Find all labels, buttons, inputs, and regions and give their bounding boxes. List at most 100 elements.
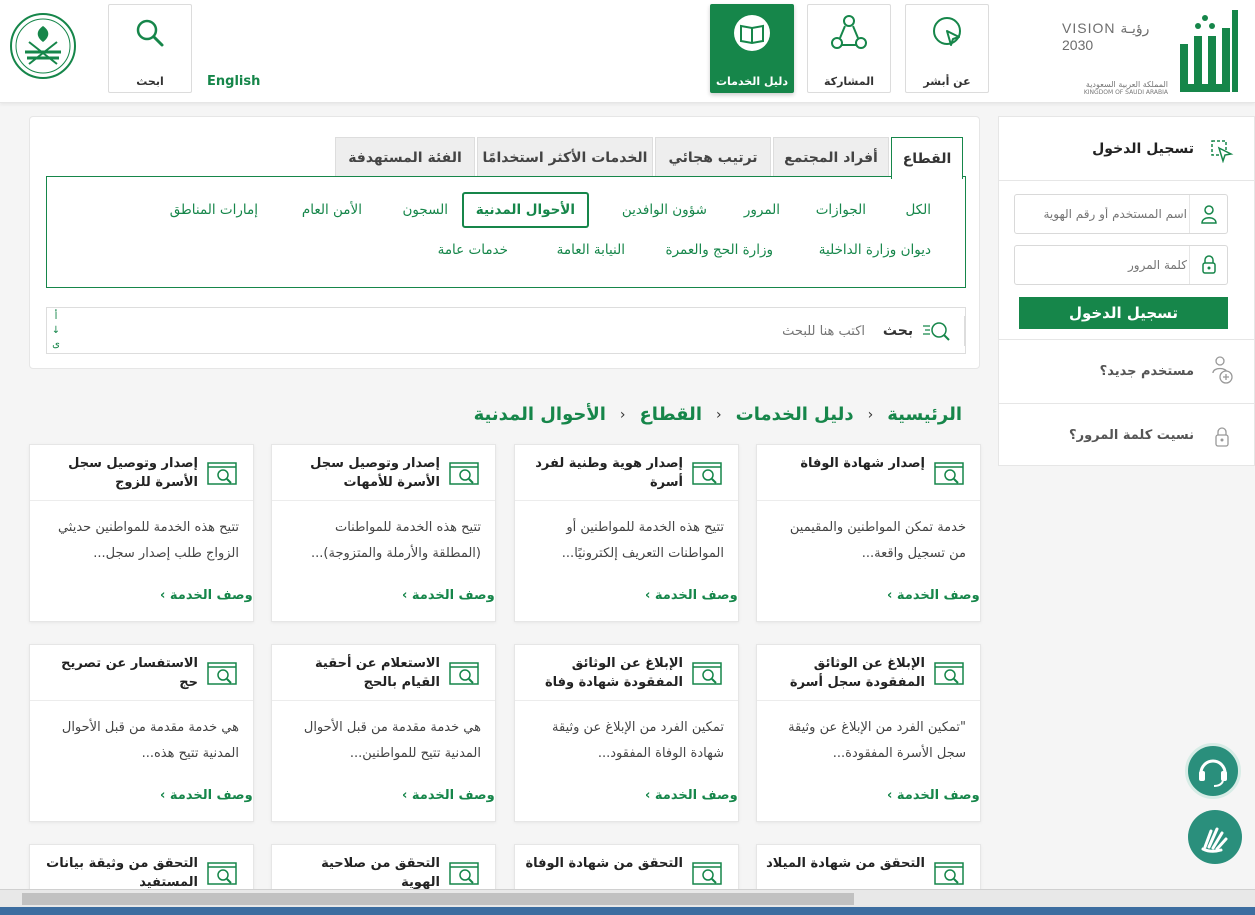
nav-label: دليل الخدمات [715, 75, 789, 88]
card-title: الإبلاغ عن الوثائق المفقودة سجل أسرة [789, 656, 925, 690]
chip-public-prosecution[interactable]: النيابة العامة [557, 242, 625, 258]
nav-label: المشاركة [824, 75, 874, 88]
username-input[interactable] [1019, 203, 1187, 225]
service-search-input[interactable] [87, 318, 865, 344]
chip-public-security[interactable]: الأمن العام [302, 202, 362, 218]
nav-services-guide[interactable]: دليل الخدمات [710, 4, 794, 93]
forgot-password-link[interactable]: نسيت كلمة المرور؟ [1069, 428, 1194, 443]
services-filter-panel: القطاع أفراد المجتمع ترتيب هجائي الخدمات… [29, 116, 980, 369]
chip-passports[interactable]: الجوازات [816, 202, 866, 218]
card-title: إصدار هوية وطنية لفرد أسرة [535, 456, 683, 490]
top-header: VISION رؤيـة 2030 المملكة العربية السعود… [0, 0, 1255, 103]
nav-about-absher[interactable]: عن أبشر [905, 4, 989, 93]
chip-hajj-ministry[interactable]: وزارة الحج والعمرة [666, 242, 773, 258]
lock-icon [1189, 246, 1227, 284]
new-user-link[interactable]: مستخدم جديد؟ [1100, 364, 1194, 379]
tab-alphabetical[interactable]: ترتيب هجائي [655, 137, 771, 177]
breadcrumb-separator: ‹ [716, 406, 722, 423]
tab-target-group[interactable]: الفئة المستهدفة [335, 137, 475, 177]
service-description-link[interactable]: وصف الخدمة › [160, 588, 253, 603]
card-title: الإبلاغ عن الوثائق المفقودة شهادة وفاة [544, 656, 683, 690]
service-search-icon [449, 460, 479, 490]
search-tile[interactable]: ابحث [108, 4, 192, 93]
service-description-link[interactable]: وصف الخدمة › [887, 588, 980, 603]
chip-civil-affairs[interactable]: الأحوال المدنية [461, 192, 589, 228]
breadcrumb-home[interactable]: الرئيسية [887, 404, 962, 425]
service-card[interactable]: الاستعلام عن أحقية القيام بالحج هي خدمة م… [271, 644, 496, 822]
card-header: الاستفسار عن تصريح حج [30, 645, 253, 701]
service-description-link[interactable]: وصف الخدمة › [402, 588, 495, 603]
service-card[interactable]: إصدار وتوصيل سجل الأسرة للزوج تتيح هذه ال… [29, 444, 254, 622]
service-search-icon [934, 660, 964, 690]
chip-expatriates[interactable]: شؤون الوافدين [622, 202, 707, 218]
absher-logo[interactable] [1174, 8, 1242, 94]
service-search-icon [692, 660, 722, 690]
card-title: التحقق من وثيقة بيانات المستفيد [46, 856, 198, 890]
chip-moi-diwan[interactable]: ديوان وزارة الداخلية [819, 242, 931, 258]
vision-sub-en: KINGDOM OF SAUDI ARABIA [1083, 89, 1168, 96]
support-chat-button[interactable] [1185, 743, 1241, 799]
card-header: إصدار هوية وطنية لفرد أسرة [515, 445, 738, 501]
service-card[interactable]: الاستفسار عن تصريح حج هي خدمة مقدمة من قب… [29, 644, 254, 822]
service-description-link[interactable]: وصف الخدمة › [645, 588, 738, 603]
password-input[interactable] [1019, 254, 1187, 276]
service-description-link[interactable]: وصف الخدمة › [402, 788, 495, 803]
alpha-sort-toggle[interactable]: أ ↓ ی [51, 310, 61, 352]
card-description: تتيح هذه الخدمة للمواطنات (المطلقة والأر… [311, 520, 481, 561]
tab-most-used[interactable]: الخدمات الأكثر استخدامًا [477, 137, 653, 177]
service-card[interactable]: إصدار هوية وطنية لفرد أسرة تتيح هذه الخدم… [514, 444, 739, 622]
vision-2030-logo: VISION رؤيـة 2030 المملكة العربية السعود… [1062, 20, 1168, 96]
vision-sub-ar: المملكة العربية السعودية [1085, 80, 1168, 89]
tab-community[interactable]: أفراد المجتمع [773, 137, 889, 177]
card-title: التحقق من شهادة الوفاة [525, 856, 683, 871]
absher-logo-icon [1180, 10, 1238, 92]
service-description-link[interactable]: وصف الخدمة › [160, 788, 253, 803]
service-description-link[interactable]: وصف الخدمة › [887, 788, 980, 803]
tab-sector[interactable]: القطاع [891, 137, 963, 179]
chip-emirates[interactable]: إمارات المناطق [170, 202, 258, 218]
service-card[interactable]: الإبلاغ عن الوثائق المفقودة شهادة وفاة تم… [514, 644, 739, 822]
service-search-button[interactable]: بحث [870, 316, 965, 346]
nav-participation[interactable]: المشاركة [807, 4, 891, 93]
service-card[interactable]: إصدار وتوصيل سجل الأسرة للأمهات تتيح هذه … [271, 444, 496, 622]
alpha-arrow: ↓ [51, 325, 61, 336]
os-taskbar [0, 907, 1255, 915]
card-description: تتيح هذه الخدمة للمواطنين حديثي الزواج ط… [57, 520, 239, 561]
sector-chips-panel: الكل الجوازات المرور شؤون الوافدين الأحو… [46, 176, 966, 288]
chip-prisons[interactable]: السجون [402, 202, 448, 218]
service-search-bar: أ ↓ ی بحث [46, 307, 966, 354]
sign-language-button[interactable] [1188, 810, 1242, 864]
card-header: الاستعلام عن أحقية القيام بالحج [272, 645, 495, 701]
nav-label: عن أبشر [923, 75, 971, 88]
breadcrumb-sector[interactable]: القطاع [640, 404, 702, 425]
service-search-icon [692, 460, 722, 490]
breadcrumb-separator: ‹ [867, 406, 874, 423]
chip-all[interactable]: الكل [905, 202, 931, 218]
password-field[interactable] [1014, 245, 1228, 285]
divider [999, 403, 1254, 404]
chip-traffic[interactable]: المرور [744, 202, 780, 218]
english-link[interactable]: English [207, 74, 260, 89]
cursor-click-icon [906, 13, 988, 53]
chip-general-services[interactable]: خدمات عامة [438, 242, 508, 258]
service-search-icon [934, 860, 964, 890]
service-card[interactable]: الإبلاغ عن الوثائق المفقودة سجل أسرة "تمك… [756, 644, 981, 822]
card-description: تتيح هذه الخدمة للمواطنين أو المواطنات ا… [561, 520, 724, 561]
card-title: الاستعلام عن أحقية القيام بالحج [315, 656, 440, 690]
breadcrumb-guide[interactable]: دليل الخدمات [736, 404, 854, 425]
service-card[interactable]: إصدار شهادة الوفاة خدمة تمكن المواطنين وا… [756, 444, 981, 622]
card-title: التحقق من شهادة الميلاد [766, 856, 925, 871]
service-search-icon [449, 860, 479, 890]
username-field[interactable] [1014, 194, 1228, 234]
book-icon [711, 13, 793, 53]
divider [999, 180, 1254, 181]
service-search-icon [692, 860, 722, 890]
service-description-link[interactable]: وصف الخدمة › [645, 788, 738, 803]
card-header: الإبلاغ عن الوثائق المفقودة شهادة وفاة [515, 645, 738, 701]
login-cursor-icon [1211, 140, 1234, 163]
alpha-end: ی [52, 339, 60, 350]
login-submit-button[interactable]: تسجيل الدخول [1019, 297, 1228, 329]
alpha-start: أ [54, 311, 58, 322]
scrollbar-thumb[interactable] [22, 893, 854, 905]
horizontal-scrollbar[interactable] [0, 889, 1255, 907]
